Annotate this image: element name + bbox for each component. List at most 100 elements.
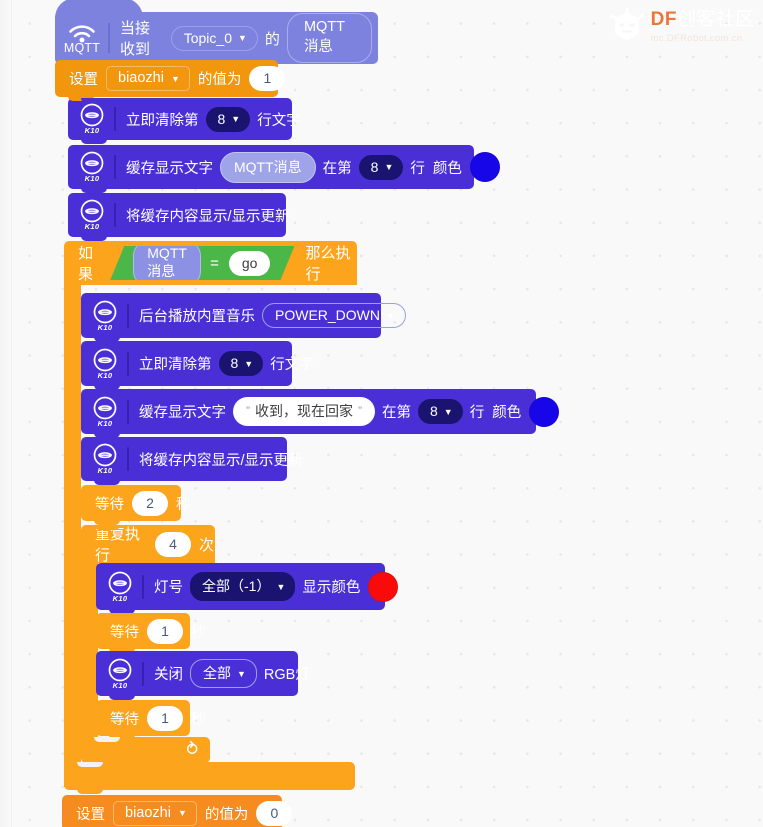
variable-dropdown-bottom-value: biaozhi (125, 804, 171, 821)
equals-condition-block[interactable]: MQTT消息 = go (110, 246, 294, 280)
clear-line-block-1[interactable]: K10 立即清除第 8 ▼ 行文字 (68, 98, 301, 144)
buffer-text-line-dropdown-2[interactable]: 8 ▼ (418, 399, 463, 424)
wait-prefix-1s-b: 等待 (110, 711, 139, 728)
clear-line-number-value-2: 8 (230, 355, 239, 371)
wait-suffix-1s-b: 秒 (191, 711, 206, 728)
chevron-down-icon: ▼ (386, 310, 395, 321)
wait-suffix-1s-a: 秒 (191, 624, 206, 641)
k10-device-label: K10 (112, 593, 128, 603)
flush-display-block-2[interactable]: K10 将缓存内容显示/显示更新 (81, 437, 303, 485)
led-show-prefix: 灯号 (154, 580, 183, 596)
flush-display-label-2: 将缓存内容显示/显示更新 (139, 452, 303, 469)
set-variable-block-bottom[interactable]: 设置 biaozhi ▼ 的值为 0 (62, 795, 293, 827)
k10-device-icon: K10 (85, 348, 125, 380)
k10-device-icon: K10 (85, 396, 125, 428)
chevron-down-icon: ▼ (231, 114, 241, 124)
workspace-left-gutter (0, 0, 12, 827)
block-divider (114, 107, 116, 131)
buffer-text-row-label-1: 行 (410, 160, 425, 177)
k10-device-icon: K10 (72, 103, 112, 135)
buffer-display-text-block-2[interactable]: K10 缓存显示文字 ” 收到，现在回家 ” 在第 8 ▼ 行 颜色 (81, 389, 560, 438)
chevron-down-icon: ▼ (177, 808, 187, 818)
variable-dropdown-bottom[interactable]: biaozhi ▼ (113, 800, 197, 826)
buffer-text-row-label-2: 行 (469, 405, 485, 421)
dfrobot-hexagon-logo-icon (609, 8, 644, 41)
text-color-swatch-2[interactable] (529, 396, 560, 427)
watermark-brand-df: DF (650, 9, 677, 31)
k10-device-icon: K10 (85, 443, 125, 475)
led-turn-off-block[interactable]: K10 关闭 全部 ▼ RGB灯 (96, 651, 310, 700)
wait-value-1s-a[interactable]: 1 (147, 618, 183, 644)
clear-line-number-dropdown-1[interactable]: 8 ▼ (205, 106, 251, 132)
watermark-site: mc.DFRobot.com.cn (650, 33, 743, 45)
mqtt-wifi-icon: MQTT (59, 22, 105, 55)
repeat-count-input[interactable]: 4 (154, 531, 191, 557)
buffer-text-line-dropdown-1[interactable]: 8 ▼ (358, 154, 404, 180)
music-track-dropdown[interactable]: POWER_DOWN ▼ (262, 303, 406, 328)
clear-line-prefix-2: 立即清除第 (139, 357, 212, 373)
wait-block-1s-b[interactable]: 等待 1 秒 (96, 700, 206, 740)
if-block[interactable]: 如果 MQTT消息 = go 那么执行 (64, 241, 357, 285)
flush-display-label-1: 将缓存内容显示/显示更新 (126, 208, 290, 225)
quote-open-icon: ” (246, 404, 250, 418)
led-show-color-block[interactable]: K10 灯号 全部（-1） ▼ 显示颜色 (96, 563, 399, 614)
led-off-prefix: 关闭 (154, 667, 183, 683)
chevron-down-icon: ▼ (244, 358, 254, 369)
k10-device-icon: K10 (72, 151, 112, 183)
wait-value-2s[interactable]: 2 (132, 490, 168, 516)
mqtt-message-hat-block[interactable]: MQTT 当接收到 Topic_0 ▼ 的 MQTT消息 (55, 0, 378, 68)
buffer-display-text-block-1[interactable]: K10 缓存显示文字 MQTT消息 在第 8 ▼ 行 颜色 (68, 145, 500, 193)
block-divider (127, 351, 129, 376)
block-divider (142, 574, 144, 599)
set-label-top: 设置 (69, 72, 98, 88)
condition-right-input[interactable]: go (229, 251, 271, 276)
set-mid-label-top: 的值为 (197, 72, 242, 88)
buffer-text-color-label-1: 颜色 (432, 160, 462, 177)
condition-left-reporter[interactable]: MQTT消息 (133, 240, 201, 287)
buffer-text-content-reporter-1[interactable]: MQTT消息 (220, 151, 316, 183)
wait-value-1s-b[interactable]: 1 (147, 705, 183, 731)
flush-display-block-1[interactable]: K10 将缓存内容显示/显示更新 (68, 193, 290, 241)
k10-device-label: K10 (84, 174, 100, 183)
buffer-text-prefix-1: 缓存显示文字 (126, 160, 213, 177)
variable-dropdown-top-value: biaozhi (118, 70, 164, 86)
topic-dropdown[interactable]: Topic_0 ▼ (170, 25, 258, 51)
repeat-block-foot: ⥁ (81, 737, 210, 767)
if-block-arm (64, 285, 81, 787)
text-color-swatch-1[interactable] (469, 152, 500, 182)
set-label-bottom: 设置 (76, 806, 105, 823)
loop-arrow-icon: ⥁ (186, 740, 198, 759)
blockly-workspace-canvas[interactable]: DF创客社区 mc.DFRobot.com.cn MQTT 当接收到 Topic (0, 0, 763, 827)
block-divider (127, 303, 129, 328)
play-background-music-block[interactable]: K10 后台播放内置音乐 POWER_DOWN ▼ (81, 293, 406, 342)
chevron-down-icon: ▼ (237, 668, 246, 679)
wait-prefix-1s-a: 等待 (110, 624, 139, 641)
buffer-text-line-value-1: 8 (370, 158, 379, 175)
topic-dropdown-value: Topic_0 (183, 29, 232, 46)
k10-device-icon: K10 (100, 658, 140, 690)
clear-line-number-dropdown-2[interactable]: 8 ▼ (218, 351, 264, 376)
variable-dropdown-top[interactable]: biaozhi ▼ (106, 66, 190, 91)
set-variable-block-top[interactable]: 设置 biaozhi ▼ 的值为 1 (55, 60, 286, 101)
chevron-down-icon: ▼ (238, 33, 247, 43)
mqtt-message-reporter[interactable]: MQTT消息 (286, 13, 372, 63)
buffer-text-color-label-2: 颜色 (492, 405, 522, 421)
led-color-swatch[interactable] (368, 571, 399, 602)
set-value-input-top[interactable]: 1 (249, 66, 286, 91)
buffer-text-line-value-2: 8 (430, 403, 438, 419)
repeat-block[interactable]: 重复执行 4 次 (81, 525, 215, 564)
buffer-text-content-input-2[interactable]: ” 收到，现在回家 ” (233, 397, 375, 426)
clear-line-suffix-2: 行文字 (270, 357, 314, 373)
buffer-text-mid-2: 在第 (382, 405, 411, 421)
k10-device-icon: K10 (72, 199, 112, 231)
k10-device-label: K10 (97, 466, 113, 475)
music-track-value: POWER_DOWN (275, 307, 380, 323)
hat-divider (108, 23, 110, 53)
clear-line-block-2[interactable]: K10 立即清除第 8 ▼ 行文字 (81, 341, 314, 390)
led-off-target-dropdown[interactable]: 全部 ▼ (190, 659, 257, 688)
wait-block-1s-a[interactable]: 等待 1 秒 (96, 613, 206, 653)
led-index-dropdown[interactable]: 全部（-1） ▼ (190, 572, 296, 601)
wait-block-2s[interactable]: 等待 2 秒 (81, 485, 191, 525)
set-value-input-bottom[interactable]: 0 (256, 800, 293, 826)
chevron-down-icon: ▼ (170, 73, 180, 84)
